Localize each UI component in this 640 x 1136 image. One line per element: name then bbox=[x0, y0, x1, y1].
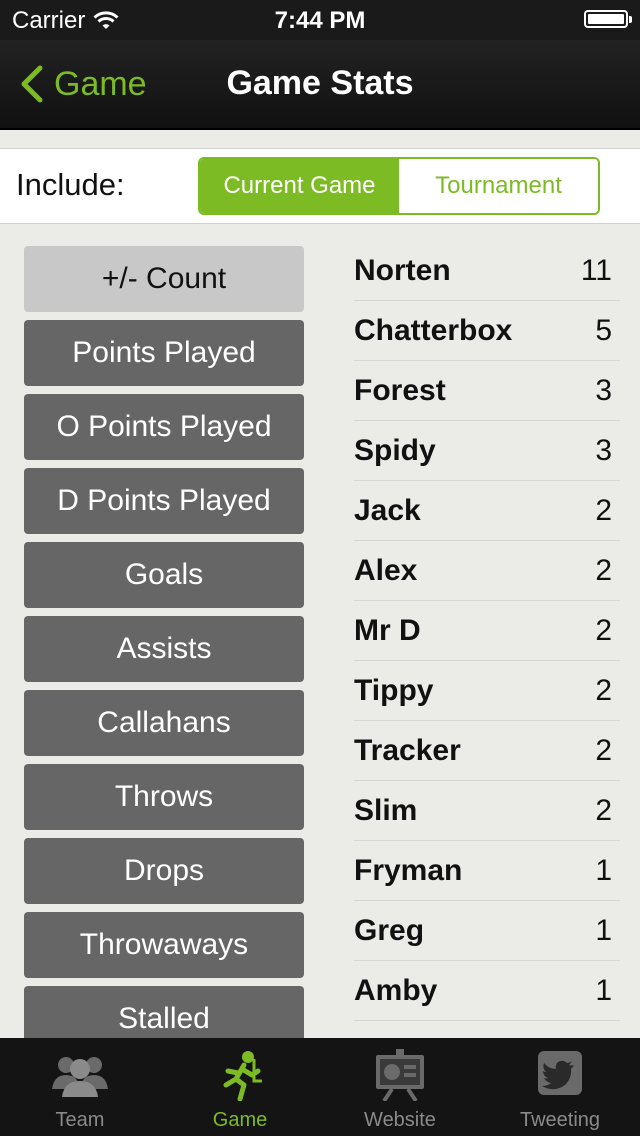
stat-button-goals[interactable]: Goals bbox=[24, 542, 304, 608]
stat-button-throws[interactable]: Throws bbox=[24, 764, 304, 830]
tab-tweeting[interactable]: Tweeting bbox=[480, 1038, 640, 1136]
include-filter-bar: Include: Current Game Tournament bbox=[0, 148, 640, 224]
tab-game[interactable]: Game bbox=[160, 1038, 320, 1136]
player-count: 11 bbox=[580, 253, 612, 287]
stat-button-d-points-played[interactable]: D Points Played bbox=[24, 468, 304, 534]
player-name: Tippy bbox=[354, 673, 434, 707]
presentation-icon bbox=[376, 1049, 424, 1101]
player-count: 2 bbox=[595, 733, 612, 767]
player-count: 3 bbox=[595, 433, 612, 467]
player-count: 2 bbox=[595, 493, 612, 527]
player-row: Jack 2 bbox=[354, 481, 620, 541]
include-label: Include: bbox=[16, 167, 125, 202]
player-row: Forest 3 bbox=[354, 361, 620, 421]
tab-tweeting-label: Tweeting bbox=[519, 1109, 601, 1131]
player-count: 2 bbox=[595, 553, 612, 587]
player-count: 3 bbox=[595, 373, 612, 407]
player-name: Greg bbox=[354, 913, 425, 947]
player-row: Tippy 2 bbox=[354, 661, 620, 721]
player-name: Norten bbox=[354, 253, 451, 287]
stat-button-callahans[interactable]: Callahans bbox=[24, 690, 304, 756]
stat-button-drops[interactable]: Drops bbox=[24, 838, 304, 904]
stat-button-o-points-played[interactable]: O Points Played bbox=[24, 394, 304, 460]
player-name: Alex bbox=[354, 553, 418, 587]
player-row: Fryman 1 bbox=[354, 841, 620, 901]
page-title: Game Stats bbox=[226, 64, 414, 102]
player-row: Spidy 3 bbox=[354, 421, 620, 481]
player-count: 2 bbox=[595, 793, 612, 827]
player-row: Slim 2 bbox=[354, 781, 620, 841]
status-bar: Carrier 7:44 PM bbox=[0, 0, 640, 40]
navigation-bar: Game Game Stats bbox=[0, 40, 640, 130]
runner-icon bbox=[223, 1051, 262, 1101]
twitter-icon bbox=[538, 1051, 582, 1095]
player-count: 1 bbox=[595, 973, 612, 1007]
segment-current-game[interactable]: Current Game bbox=[200, 159, 399, 213]
player-name: Fryman bbox=[354, 853, 463, 887]
player-row: Greg 1 bbox=[354, 901, 620, 961]
player-count: 2 bbox=[595, 673, 612, 707]
stat-button-assists[interactable]: Assists bbox=[24, 616, 304, 682]
player-name: Jack bbox=[354, 493, 421, 527]
stat-type-list: +/- Count Points Played O Points Played … bbox=[24, 246, 304, 1060]
stat-button-throwaways[interactable]: Throwaways bbox=[24, 912, 304, 978]
player-row: Amby 1 bbox=[354, 961, 620, 1021]
tab-game-label: Game bbox=[212, 1109, 268, 1131]
status-time: 7:44 PM bbox=[274, 7, 366, 34]
player-row: Mr D 2 bbox=[354, 601, 620, 661]
player-name: Forest bbox=[354, 373, 446, 407]
scope-segmented-control: Current Game Tournament bbox=[198, 157, 600, 215]
player-row: Alex 2 bbox=[354, 541, 620, 601]
player-stats-list: Norten 11 Chatterbox 5 Forest 3 Spidy 3 Jack… bbox=[354, 241, 620, 1021]
player-name: Amby bbox=[354, 973, 438, 1007]
player-count: 1 bbox=[595, 853, 612, 887]
player-count: 1 bbox=[595, 913, 612, 947]
player-row: Norten 11 bbox=[354, 241, 620, 301]
battery-icon bbox=[584, 10, 632, 28]
stat-button-plus-minus[interactable]: +/- Count bbox=[24, 246, 304, 312]
team-icon bbox=[52, 1057, 108, 1097]
player-row: Tracker 2 bbox=[354, 721, 620, 781]
tab-bar: Team Game Website Tweeting bbox=[0, 1038, 640, 1136]
stat-button-points-played[interactable]: Points Played bbox=[24, 320, 304, 386]
player-name: Mr D bbox=[354, 613, 421, 647]
divider bbox=[0, 130, 640, 148]
player-name: Spidy bbox=[354, 433, 436, 467]
player-count: 5 bbox=[595, 313, 612, 347]
segment-tournament[interactable]: Tournament bbox=[399, 159, 598, 213]
player-name: Chatterbox bbox=[354, 313, 513, 347]
player-count: 2 bbox=[595, 613, 612, 647]
player-row: Chatterbox 5 bbox=[354, 301, 620, 361]
tab-website-label: Website bbox=[364, 1109, 436, 1131]
tab-team[interactable]: Team bbox=[0, 1038, 160, 1136]
tab-website[interactable]: Website bbox=[320, 1038, 480, 1136]
tab-team-label: Team bbox=[55, 1109, 105, 1131]
player-name: Tracker bbox=[354, 733, 461, 767]
player-name: Slim bbox=[354, 793, 418, 827]
